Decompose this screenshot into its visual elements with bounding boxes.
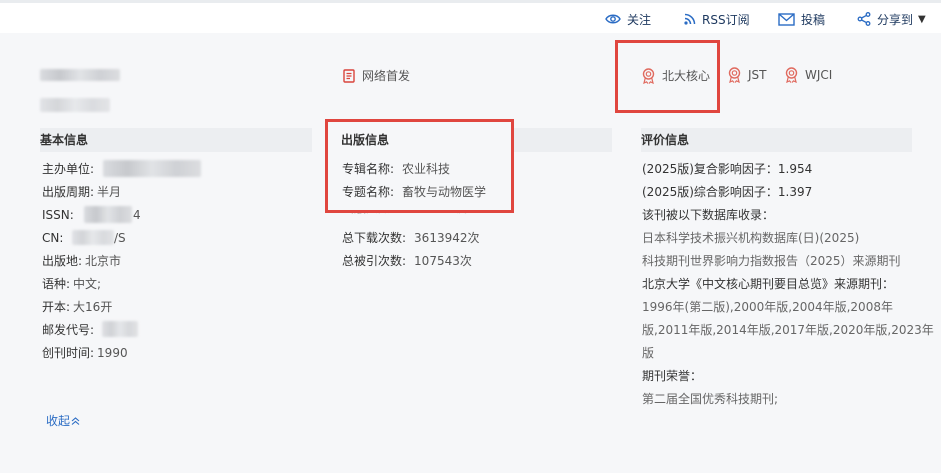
badge-jst-label: JST [748,68,767,82]
evaluation-info-header: 评价信息 [641,128,912,152]
journal-subtitle-redacted [40,98,110,112]
journal-title-redacted [40,69,120,81]
follow-button[interactable]: 关注 [605,10,651,28]
comprehensive-if-row: (2025版)综合影响因子：1.397 [642,185,813,199]
database-label: 该刊被以下数据库收录： [642,208,775,222]
place-row: 出版地: 北京市 [42,254,122,268]
eye-icon [605,14,621,24]
award-ribbon-icon [785,67,798,83]
postcode-row: 邮发代号: [42,323,95,337]
postcode-value-redacted [102,321,138,337]
citations-row: 总被引次数: 107543次 [342,254,472,268]
highlight-box-badge [615,40,720,113]
issn-value-redacted [84,206,132,223]
database-jst: 日本科学技术振兴机构数据库(日)(2025) [642,231,860,245]
collapse-link[interactable]: 收起 [46,412,80,429]
pku-core-years-line1: 1996年(第二版),2000年版,2004年版,2008年 [642,300,893,314]
format-row: 开本: 大16开 [42,300,113,314]
badge-jst[interactable]: JST [727,67,767,83]
online-first-tag: 网络首发 [343,67,410,84]
language-row: 语种: 中文; [42,277,102,291]
issn-row: ISSN: [42,208,74,222]
cn-row: CN: [42,231,64,245]
action-bar: 关注 RSS订阅 投稿 分享到 ▼ [0,3,941,33]
online-first-label: 网络首发 [362,69,411,83]
award-ribbon-icon [728,67,741,83]
rss-label: RSS订阅 [702,12,750,27]
issn-tail: 4 [133,208,141,222]
honor-label: 期刊荣誉： [642,369,703,383]
follow-label: 关注 [627,12,652,27]
founded-row: 创刊时间: 1990 [42,346,128,360]
chevron-down-icon: ▼ [918,13,926,25]
submit-button[interactable]: 投稿 [778,10,825,28]
journal-info-panel: 网络首发 北大核心 JST WJCI 基本信息 出版信息 评价信息 主办单位: … [0,33,941,473]
downloads-row: 总下载次数: 3613942次 [342,231,480,245]
sponsor-value-redacted [103,160,201,177]
submit-label: 投稿 [801,12,826,27]
cn-tail: /S [114,231,126,245]
pku-core-label: 北京大学《中文核心期刊要目总览》来源期刊： [642,277,895,291]
share-icon [857,12,871,26]
badge-wjci-label: WJCI [805,68,833,82]
mail-icon [778,12,795,26]
document-icon [343,68,355,83]
basic-info-header: 基本信息 [40,128,312,152]
composite-if-row: (2025版)复合影响因子：1.954 [642,162,813,176]
honor-value: 第二届全国优秀科技期刊; [642,392,779,406]
rss-icon [684,13,696,25]
double-chevron-up-icon [71,416,80,425]
pku-core-years-line2: 版,2011年版,2014年版,2017年版,2020年版,2023年 [642,323,934,337]
rss-button[interactable]: RSS订阅 [684,10,750,28]
highlight-box-publishing [325,119,514,213]
share-label: 分享到 [877,12,914,27]
cycle-row: 出版周期: 半月 [42,185,122,199]
cn-value-redacted [72,230,114,245]
collapse-label: 收起 [46,414,71,428]
share-button[interactable]: 分享到 ▼ [857,10,926,28]
sponsor-row: 主办单位: [42,162,95,176]
database-wjci: 科技期刊世界影响力指数报告（2025）来源期刊 [642,254,901,268]
badge-wjci[interactable]: WJCI [784,67,832,83]
pku-core-years-line3: 版 [642,346,655,360]
